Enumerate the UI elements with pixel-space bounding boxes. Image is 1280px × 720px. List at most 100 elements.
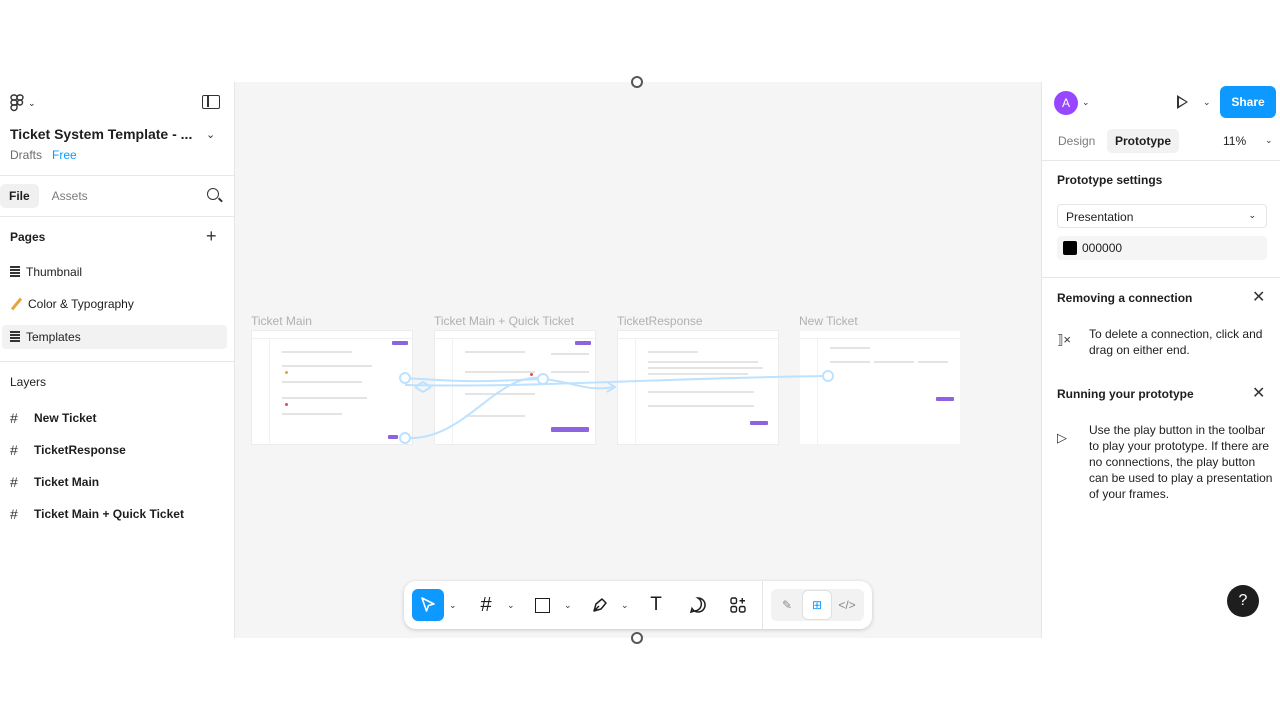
prototype-connections[interactable] <box>235 82 1041 638</box>
layer-item[interactable]: # New Ticket <box>10 408 96 428</box>
close-icon[interactable]: ✕ <box>1252 290 1265 306</box>
removing-connection-text: To delete a connection, click and drag o… <box>1089 327 1263 357</box>
arrow-icon <box>414 381 432 393</box>
left-sidebar: ⌄ Ticket System Template - ... ⌄ Drafts … <box>0 82 235 638</box>
design-mode-button[interactable]: ⊞ <box>803 591 831 619</box>
actions-icon <box>730 597 746 613</box>
code-icon: </> <box>838 598 856 612</box>
frame-icon: # <box>10 474 18 490</box>
device-value: Presentation <box>1066 210 1134 224</box>
file-location: Drafts Free <box>10 148 77 162</box>
avatar[interactable]: A <box>1054 91 1078 115</box>
comment-icon <box>689 597 706 614</box>
comment-tool-button[interactable] <box>682 589 714 621</box>
help-button[interactable]: ? <box>1227 585 1259 617</box>
rectangle-icon <box>534 597 550 613</box>
layer-label: Ticket Main <box>34 475 100 489</box>
tab-prototype[interactable]: Prototype <box>1107 129 1180 153</box>
main-menu-button[interactable]: ⌄ <box>10 94 36 112</box>
chevron-down-icon[interactable]: ⌄ <box>564 600 572 611</box>
page-label: Color & Typography <box>28 297 134 311</box>
chevron-down-icon[interactable]: ⌄ <box>1082 97 1090 108</box>
mode-switcher: ✎ ⊞ </> <box>771 589 864 621</box>
running-prototype-text: Use the play button in the toolbar to pl… <box>1089 423 1273 501</box>
chevron-down-icon: ⌄ <box>1248 210 1256 220</box>
divider <box>1042 160 1280 161</box>
figma-logo-icon <box>10 94 24 112</box>
dev-mode-button[interactable]: </> <box>833 591 861 619</box>
add-page-icon[interactable]: + <box>206 227 217 245</box>
frame-tool-button[interactable]: # <box>470 589 502 621</box>
page-icon <box>10 331 20 343</box>
play-icon: ▷ <box>1057 430 1067 445</box>
running-prototype-heading: Running your prototype <box>1057 387 1194 401</box>
background-color-field[interactable]: 000000 <box>1057 236 1267 260</box>
design-icon: ⊞ <box>811 598 823 612</box>
pen-tool-button[interactable] <box>584 589 616 621</box>
plan-badge[interactable]: Free <box>52 148 77 162</box>
chevron-down-icon[interactable]: ⌄ <box>621 600 629 611</box>
device-select[interactable]: Presentation ⌄ <box>1057 204 1267 228</box>
disconnect-icon: ⟧× <box>1057 332 1072 347</box>
connection-handle <box>399 432 411 444</box>
bottom-toolbar: ⌄ # ⌄ ⌄ ⌄ T ✎ ⊞ </> <box>404 581 872 629</box>
layers-heading: Layers <box>10 375 47 389</box>
tab-assets[interactable]: Assets <box>43 184 97 208</box>
connection-handle <box>822 370 834 382</box>
text-tool-button[interactable]: T <box>640 589 672 621</box>
color-swatch[interactable] <box>1063 241 1077 255</box>
draw-icon: ✎ <box>781 598 793 612</box>
layer-label: Ticket Main + Quick Ticket <box>34 507 184 521</box>
connection-line <box>404 376 544 440</box>
drafts-link[interactable]: Drafts <box>10 148 42 162</box>
pen-icon <box>593 598 607 612</box>
divider <box>0 361 235 362</box>
resize-handle[interactable] <box>631 632 643 644</box>
layer-item[interactable]: # Ticket Main + Quick Ticket <box>10 504 184 524</box>
figma-app: ⌄ Ticket System Template - ... ⌄ Drafts … <box>0 82 1280 638</box>
divider <box>762 581 763 629</box>
layer-item[interactable]: # TicketResponse <box>10 440 126 460</box>
cursor-icon <box>421 597 435 612</box>
toggle-sidebar-icon[interactable] <box>202 95 220 109</box>
pages-heading: Pages <box>10 230 46 244</box>
play-icon[interactable] <box>1177 95 1188 109</box>
chevron-down-icon[interactable]: ⌄ <box>449 600 457 611</box>
page-icon <box>10 266 20 278</box>
prototype-settings-heading: Prototype settings <box>1057 173 1163 187</box>
rectangle-tool-button[interactable] <box>526 589 558 621</box>
frame-icon: # <box>10 410 18 426</box>
pencil-icon <box>10 298 22 310</box>
tab-file[interactable]: File <box>0 184 39 208</box>
page-label: Thumbnail <box>26 265 83 279</box>
text-icon: T <box>650 594 662 615</box>
background-hex[interactable]: 000000 <box>1082 241 1122 255</box>
tab-design[interactable]: Design <box>1050 129 1103 153</box>
chevron-down-icon[interactable]: ⌄ <box>507 600 515 611</box>
chevron-down-icon[interactable]: ⌄ <box>206 128 215 141</box>
layer-item[interactable]: # Ticket Main <box>10 472 99 492</box>
file-title[interactable]: Ticket System Template - ... <box>10 126 192 142</box>
page-item-thumbnail[interactable]: Thumbnail <box>2 260 227 284</box>
search-icon[interactable] <box>207 188 219 200</box>
zoom-level[interactable]: 11% <box>1223 134 1246 148</box>
chevron-down-icon: ⌄ <box>28 97 36 108</box>
actions-tool-button[interactable] <box>722 589 754 621</box>
layer-label: TicketResponse <box>34 443 126 457</box>
resize-handle[interactable] <box>631 76 643 88</box>
right-panel: A ⌄ ⌄ Share Design Prototype 11% ⌄ Proto… <box>1041 82 1280 638</box>
frame-icon: # <box>10 506 18 522</box>
connection-handle <box>537 373 549 385</box>
frame-icon: # <box>10 442 18 458</box>
share-button[interactable]: Share <box>1220 86 1276 118</box>
move-tool-button[interactable] <box>412 589 444 621</box>
draw-mode-button[interactable]: ✎ <box>773 591 801 619</box>
divider <box>0 216 235 217</box>
chevron-down-icon[interactable]: ⌄ <box>1265 135 1273 146</box>
divider <box>1042 277 1280 278</box>
page-item-color-typography[interactable]: Color & Typography <box>2 292 227 316</box>
canvas[interactable]: Ticket Main Ticket Main + Quick Ticket T… <box>235 82 1041 638</box>
page-item-templates[interactable]: Templates <box>2 325 227 349</box>
close-icon[interactable]: ✕ <box>1252 386 1265 402</box>
chevron-down-icon[interactable]: ⌄ <box>1203 97 1211 108</box>
